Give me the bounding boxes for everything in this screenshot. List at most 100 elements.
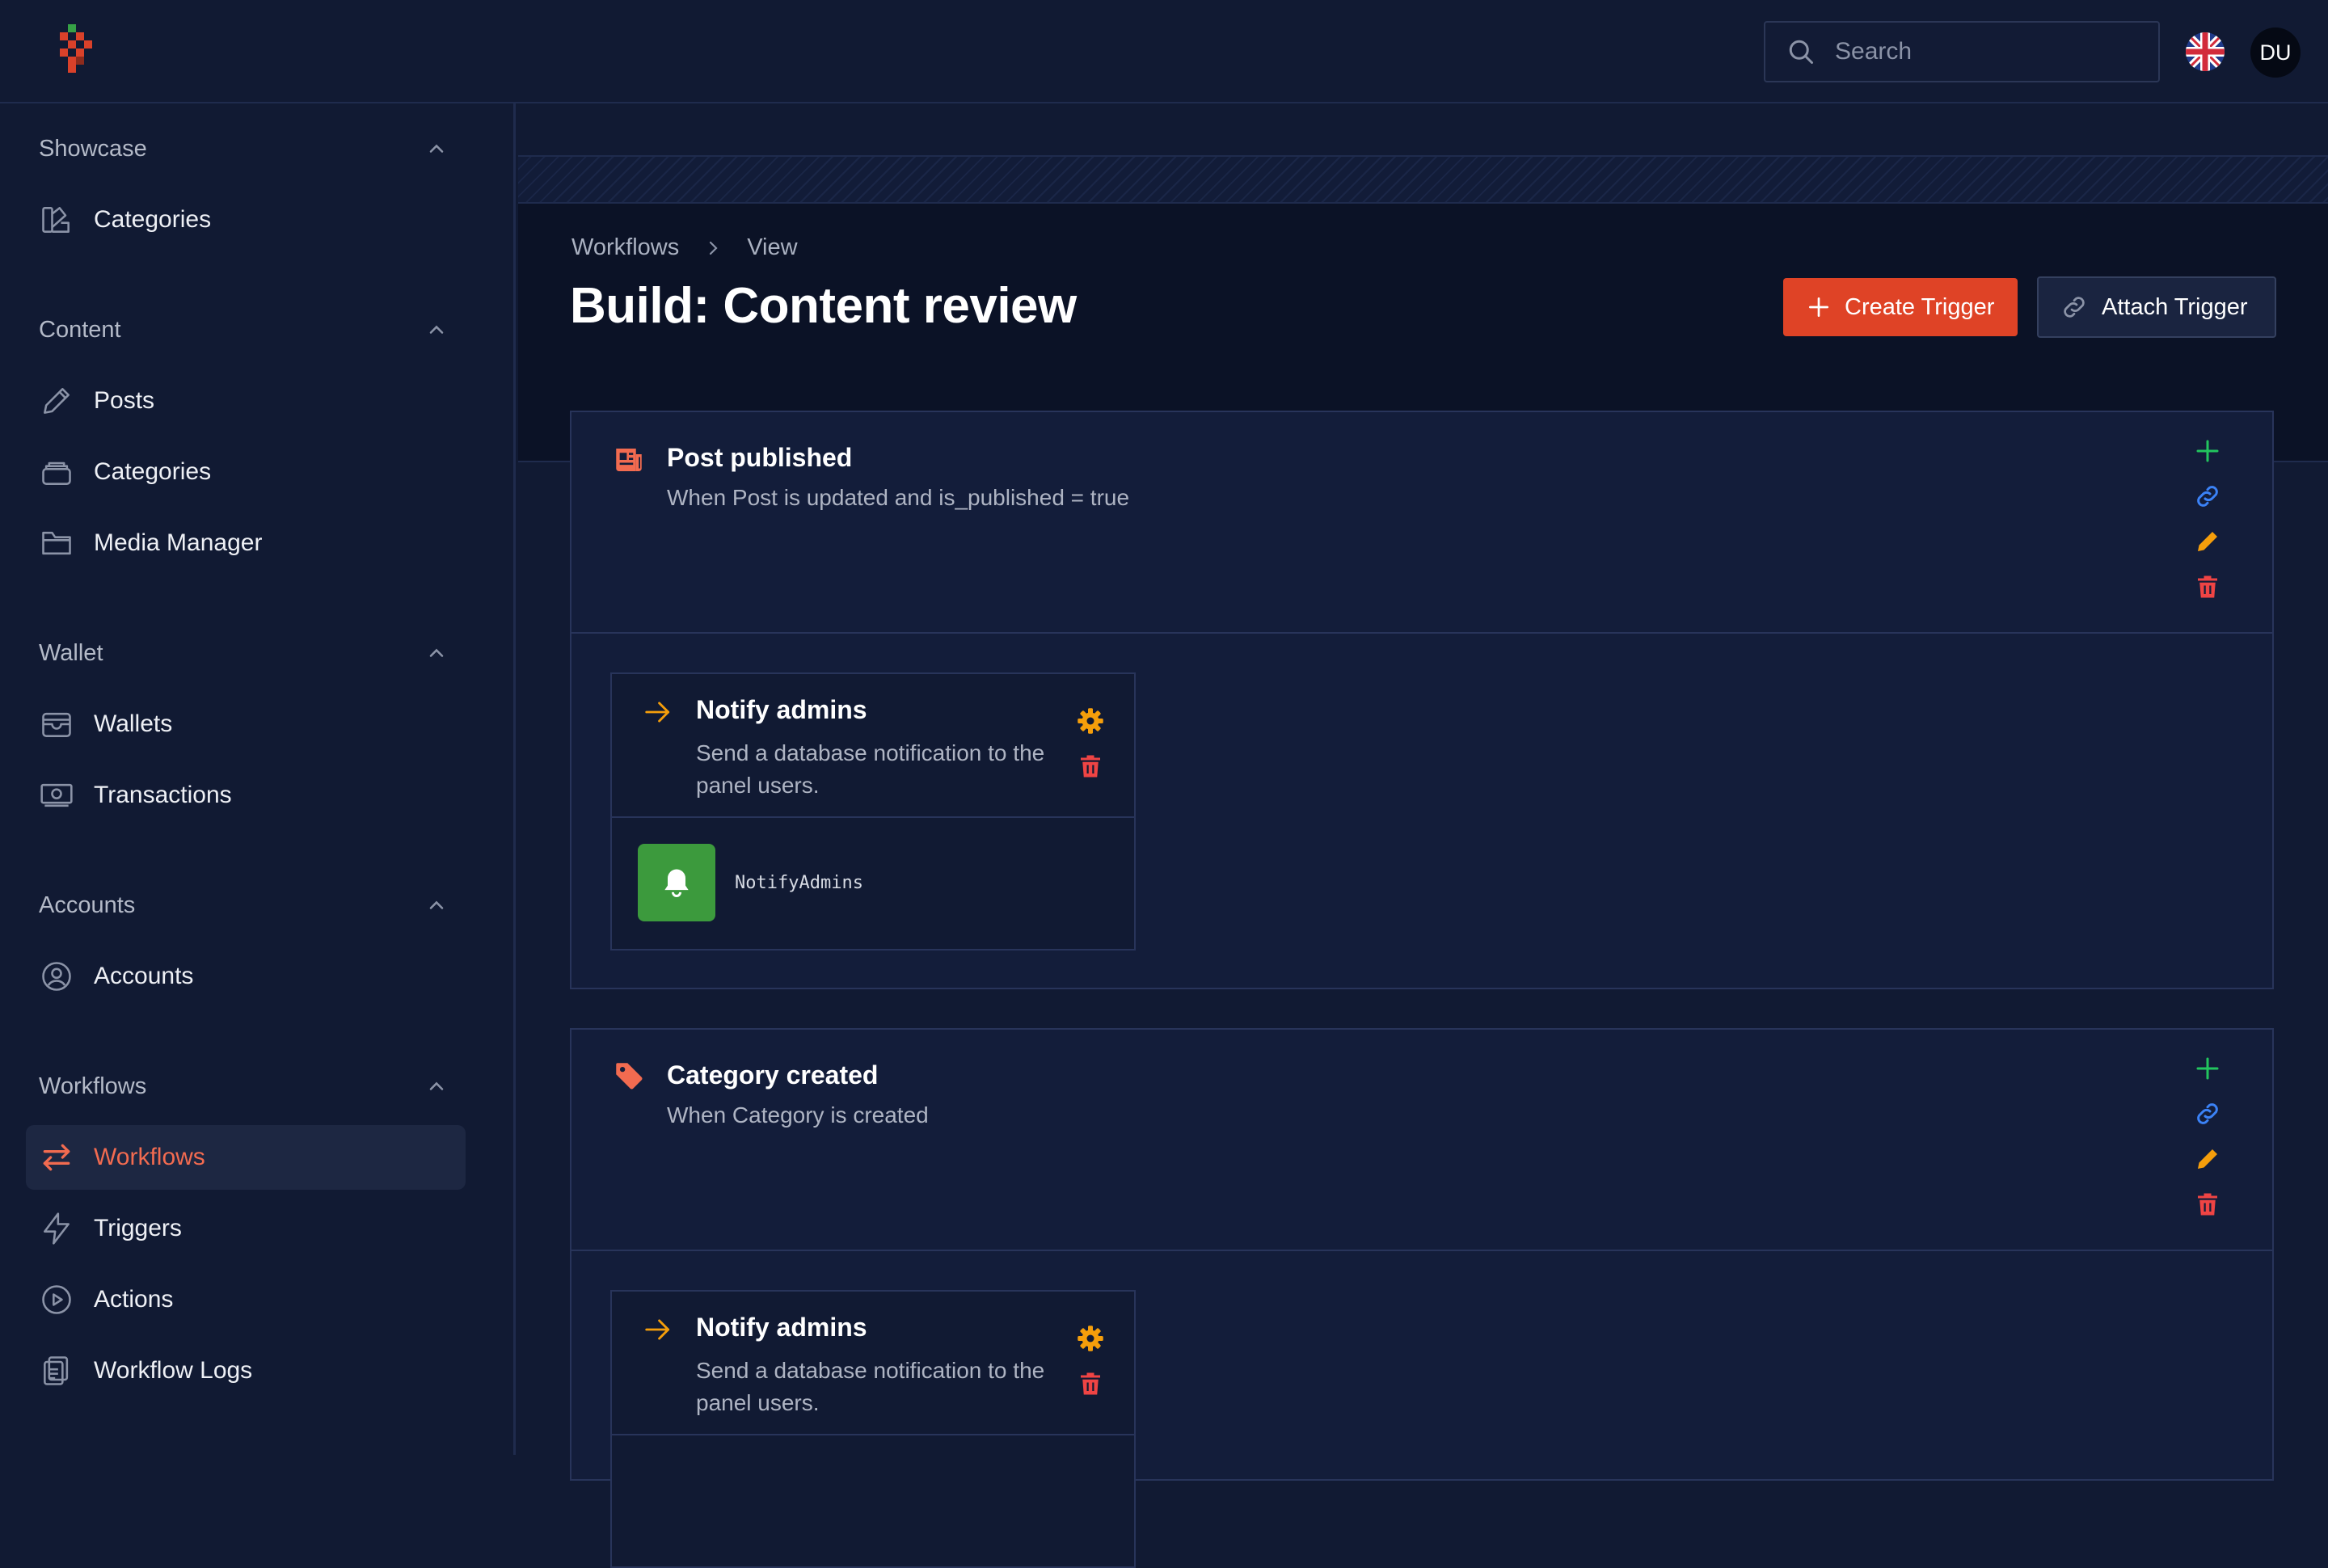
play-circle-icon: [42, 1285, 71, 1314]
edit-pencil-icon[interactable]: [2193, 527, 2222, 556]
app-logo-icon[interactable]: [53, 24, 102, 79]
create-trigger-button[interactable]: Create Trigger: [1783, 278, 2018, 336]
action-type-badge: [638, 844, 715, 921]
sidebar-item-label: Accounts: [94, 963, 194, 989]
sidebar-item-posts[interactable]: Posts: [26, 369, 466, 433]
breadcrumb-workflows[interactable]: Workflows: [571, 234, 679, 261]
sidebar-item-workflows[interactable]: Workflows: [26, 1125, 466, 1190]
settings-gear-icon[interactable]: [1076, 706, 1105, 736]
action-card-header: Notify admins Send a database notificati…: [612, 674, 1134, 818]
trigger-card-header: Category created When Category is create…: [571, 1030, 2272, 1251]
folder-icon: [42, 531, 71, 555]
action-card-notify-admins: Notify admins Send a database notificati…: [610, 1290, 1136, 1568]
sidebar-item-wallets[interactable]: Wallets: [26, 692, 466, 757]
attach-action-link-icon[interactable]: [2193, 1099, 2222, 1128]
add-action-icon[interactable]: [2193, 1054, 2222, 1083]
tag-icon: [616, 1063, 643, 1090]
delete-trash-icon[interactable]: [2193, 572, 2222, 601]
user-circle-icon: [42, 962, 71, 991]
arrows-exchange-icon: [43, 1144, 70, 1171]
sidebar-item-label: Triggers: [94, 1215, 182, 1241]
nav-group-title-showcase[interactable]: Showcase: [39, 136, 147, 162]
edit-pencil-icon[interactable]: [2193, 1144, 2222, 1174]
search-placeholder: Search: [1835, 38, 1913, 65]
arrow-right-icon: [645, 702, 670, 723]
action-description: Send a database notification to the pane…: [696, 1358, 1045, 1415]
nav-group-title-accounts[interactable]: Accounts: [39, 892, 135, 919]
action-card-notify-admins: Notify admins Send a database notificati…: [610, 672, 1136, 950]
trigger-card-post-published: Post published When Post is updated and …: [570, 411, 2274, 989]
sidebar-item-triggers[interactable]: Triggers: [26, 1196, 466, 1261]
action-card-body: NotifyAdmins: [612, 818, 1134, 949]
sidebar-item-actions[interactable]: Actions: [26, 1267, 466, 1332]
clipboard-icon: [44, 1356, 69, 1385]
chevron-up-icon[interactable]: [425, 642, 448, 664]
arrow-right-icon: [645, 1319, 670, 1340]
add-action-icon[interactable]: [2193, 436, 2222, 466]
action-description: Send a database notification to the pane…: [696, 740, 1045, 798]
search-icon: [1789, 40, 1813, 64]
trigger-actions: [2193, 1054, 2225, 1235]
trigger-name: Post published: [667, 443, 853, 472]
stack-icon: [42, 462, 71, 485]
action-name: Notify admins: [696, 695, 867, 724]
hatched-banner: [518, 155, 2328, 204]
sidebar-item-label: Categories: [94, 206, 212, 233]
user-avatar[interactable]: DU: [2250, 27, 2301, 78]
action-card-header: Notify admins Send a database notificati…: [612, 1292, 1134, 1435]
plus-icon: [1809, 297, 1828, 317]
sidebar-item-label: Actions: [94, 1286, 174, 1313]
link-icon: [2064, 297, 2085, 318]
trigger-name: Category created: [667, 1060, 879, 1090]
chevron-up-icon[interactable]: [425, 137, 448, 160]
trigger-actions: [2193, 436, 2225, 618]
language-flag-icon[interactable]: [2186, 32, 2225, 71]
nav-group-title-wallet[interactable]: Wallet: [39, 640, 103, 667]
trigger-description: When Post is updated and is_published = …: [667, 485, 1130, 510]
sidebar-item-label: Media Manager: [94, 529, 263, 556]
delete-trash-icon[interactable]: [2193, 1190, 2222, 1219]
settings-gear-icon[interactable]: [1076, 1324, 1105, 1353]
sidebar-item-label: Categories: [94, 458, 212, 485]
bell-icon: [664, 869, 689, 897]
page-title: Build: Content review: [570, 278, 1077, 334]
sidebar-item-transactions[interactable]: Transactions: [26, 763, 466, 828]
sidebar-item-accounts[interactable]: Accounts: [26, 944, 466, 1009]
sidebar-item-showcase-categories[interactable]: Categories: [26, 188, 466, 252]
sidebar-item-content-categories[interactable]: Categories: [26, 440, 466, 504]
action-name: Notify admins: [696, 1313, 867, 1342]
sidebar-item-label: Posts: [94, 387, 155, 414]
bolt-icon: [44, 1212, 70, 1245]
sidebar-item-label: Transactions: [94, 782, 232, 808]
sidebar-item-label: Workflows: [94, 1144, 205, 1170]
wallet-icon: [42, 712, 71, 737]
create-trigger-label: Create Trigger: [1845, 293, 1995, 320]
sidebar: Showcase Categories Content Posts Catego…: [0, 103, 516, 1455]
trigger-card-category-created: Category created When Category is create…: [570, 1028, 2274, 1568]
attach-trigger-label: Attach Trigger: [2102, 293, 2248, 320]
action-class-name: NotifyAdmins: [735, 873, 863, 893]
top-bar: Search DU: [0, 0, 2328, 103]
attach-trigger-button[interactable]: Attach Trigger: [2037, 276, 2276, 338]
chevron-up-icon[interactable]: [425, 894, 448, 917]
nav-group-title-workflows[interactable]: Workflows: [39, 1073, 146, 1100]
attach-action-link-icon[interactable]: [2193, 482, 2222, 511]
newspaper-icon: [616, 449, 642, 471]
breadcrumb-view: View: [747, 234, 798, 260]
chevron-up-icon[interactable]: [425, 1075, 448, 1098]
banknotes-icon: [40, 783, 73, 807]
main-content: Workflows View Build: Content review Cre…: [518, 103, 2328, 1568]
chevron-up-icon[interactable]: [425, 318, 448, 341]
nav-group-title-content[interactable]: Content: [39, 317, 121, 344]
breadcrumb: Workflows View: [571, 234, 798, 261]
trigger-description: When Category is created: [667, 1102, 929, 1128]
chevron-right-icon: [710, 241, 718, 255]
search-input[interactable]: Search: [1764, 21, 2160, 82]
pencil-icon: [44, 388, 70, 414]
sidebar-item-workflow-logs[interactable]: Workflow Logs: [26, 1338, 466, 1403]
shapes-icon: [42, 207, 70, 233]
trigger-card-header: Post published When Post is updated and …: [571, 412, 2272, 634]
delete-trash-icon[interactable]: [1076, 1369, 1105, 1398]
delete-trash-icon[interactable]: [1076, 752, 1105, 781]
sidebar-item-media-manager[interactable]: Media Manager: [26, 511, 466, 575]
